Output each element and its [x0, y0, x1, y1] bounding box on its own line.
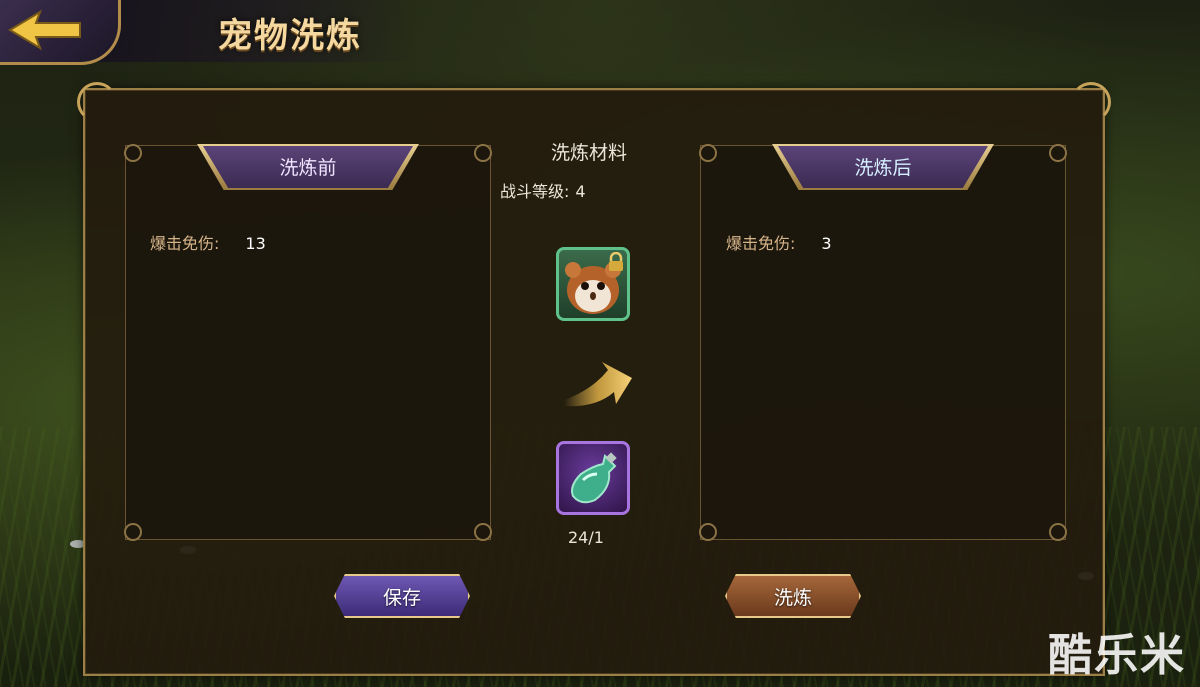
pet-slot[interactable] [556, 247, 630, 321]
stat-label: 爆击免伤: [726, 234, 796, 253]
before-title: 洗炼前 [279, 156, 337, 179]
after-stat: 爆击免伤: 3 [726, 230, 832, 254]
before-stat: 爆击免伤: 13 [150, 230, 266, 254]
refine-button[interactable]: 洗炼 [725, 574, 861, 618]
save-button-label: 保存 [382, 586, 421, 609]
corner-ornament [474, 144, 492, 162]
material-count: 24/1 [568, 528, 604, 547]
corner-ornament [1049, 144, 1067, 162]
corner-ornament [699, 144, 717, 162]
after-ribbon: 洗炼后 [778, 146, 988, 188]
back-button[interactable] [0, 0, 121, 65]
stat-label: 爆击免伤: [150, 234, 220, 253]
material-slot[interactable] [556, 441, 630, 515]
level-label: 战斗等级: [500, 182, 570, 201]
materials-title: 洗炼材料 [551, 142, 628, 164]
level-value: 4 [575, 182, 586, 201]
after-title: 洗炼后 [854, 156, 912, 179]
corner-ornament [1071, 82, 1111, 122]
page-title: 宠物洗炼 [218, 16, 362, 56]
stat-value: 3 [821, 234, 832, 253]
stat-value: 13 [245, 234, 266, 253]
corner-ornament [474, 523, 492, 541]
lock-icon [609, 252, 623, 271]
before-box: 洗炼前 爆击免伤: 13 [124, 144, 492, 541]
corner-ornament [1049, 523, 1067, 541]
arrow-right-icon [564, 362, 632, 407]
save-button[interactable]: 保存 [334, 574, 470, 618]
refine-button-label: 洗炼 [773, 586, 812, 609]
watermark: 酷乐米 [1048, 630, 1186, 681]
corner-ornament [699, 523, 717, 541]
back-arrow-icon [8, 9, 81, 51]
before-ribbon: 洗炼前 [203, 146, 413, 188]
corner-ornament [124, 144, 142, 162]
green-potion-icon [571, 452, 617, 504]
corner-ornament [77, 82, 117, 122]
after-box: 洗炼后 爆击免伤: 3 [699, 144, 1067, 541]
corner-ornament [124, 523, 142, 541]
battle-level: 战斗等级: 4 [500, 178, 586, 202]
